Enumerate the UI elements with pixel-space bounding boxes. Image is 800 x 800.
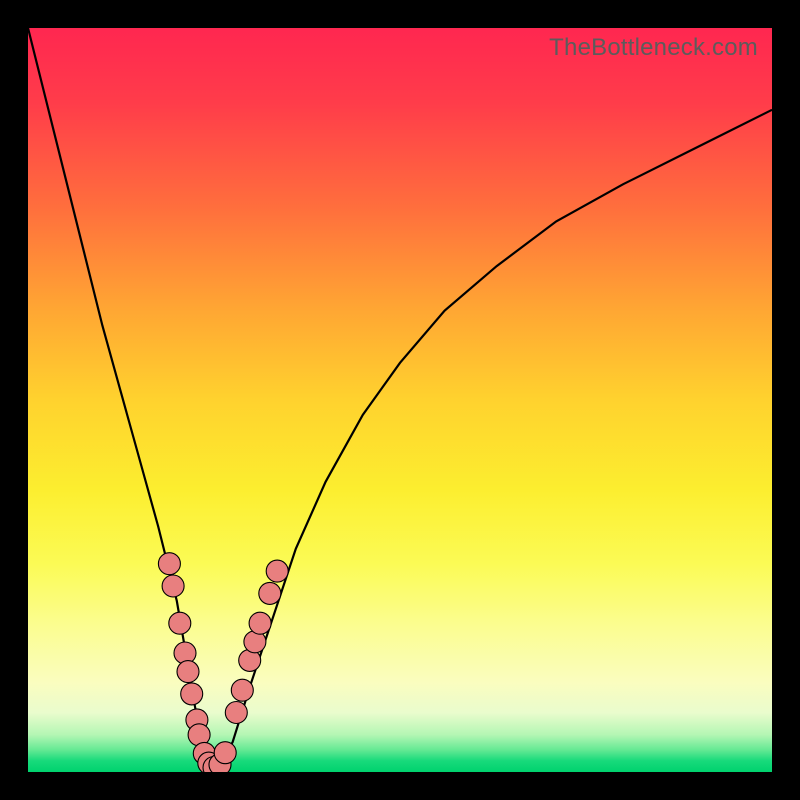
chart-frame: TheBottleneck.com: [0, 0, 800, 800]
data-dot: [181, 683, 203, 705]
data-dot: [162, 575, 184, 597]
data-dot: [225, 702, 247, 724]
chart-svg: [28, 28, 772, 772]
data-dot: [231, 679, 253, 701]
data-dot: [259, 582, 281, 604]
data-dot: [214, 742, 236, 764]
data-dot: [177, 661, 199, 683]
bottleneck-curve: [28, 28, 772, 772]
data-dot: [249, 612, 271, 634]
data-dot: [158, 553, 180, 575]
data-dot: [266, 560, 288, 582]
data-dots-group: [158, 553, 288, 772]
chart-plot-area: TheBottleneck.com: [28, 28, 772, 772]
data-dot: [169, 612, 191, 634]
curve-group: [28, 28, 772, 772]
